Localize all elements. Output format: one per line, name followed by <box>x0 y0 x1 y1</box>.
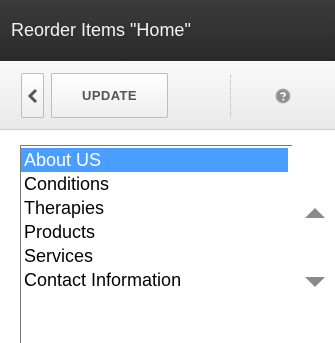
triangle-down-icon[interactable] <box>305 277 325 287</box>
list-item[interactable]: Services <box>21 244 292 268</box>
list-item[interactable]: About US <box>21 148 288 172</box>
list-item[interactable]: Contact Information <box>21 268 292 292</box>
list-item[interactable]: Conditions <box>21 172 292 196</box>
list-item[interactable]: Therapies <box>21 196 292 220</box>
triangle-up-icon[interactable] <box>305 208 325 218</box>
toolbar: UPDATE <box>0 61 335 130</box>
list-item[interactable]: Products <box>21 220 292 244</box>
window-title: Reorder Items "Home" <box>0 0 335 61</box>
update-button[interactable]: UPDATE <box>51 73 168 118</box>
toolbar-separator <box>230 75 231 117</box>
items-listbox[interactable]: About US Conditions Therapies Products S… <box>20 145 292 343</box>
chevron-left-icon <box>27 88 37 103</box>
back-button[interactable] <box>21 73 44 118</box>
help-icon[interactable] <box>275 88 291 104</box>
